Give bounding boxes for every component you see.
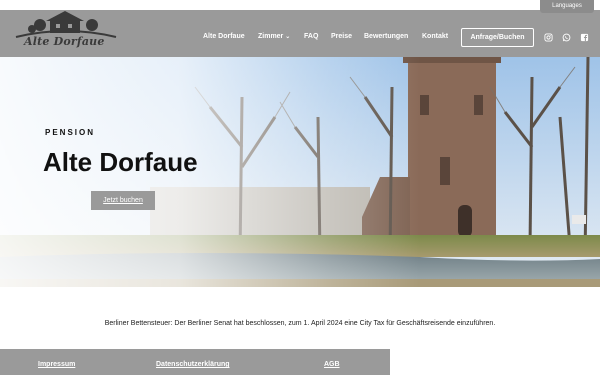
- footer-link-impressum[interactable]: Impressum: [38, 361, 75, 368]
- nav-bewertungen[interactable]: Bewertungen: [364, 33, 408, 40]
- nav-zimmer[interactable]: Zimmer ⌄: [258, 33, 290, 40]
- nav-zimmer-label: Zimmer: [258, 33, 284, 40]
- top-strip: [0, 0, 600, 10]
- whatsapp-icon[interactable]: [562, 33, 571, 42]
- jetzt-buchen-button[interactable]: Jetzt buchen: [91, 191, 155, 210]
- facebook-icon[interactable]: [580, 33, 589, 42]
- hero-title: Alte Dorfaue: [43, 147, 198, 177]
- chevron-down-icon: ⌄: [285, 34, 291, 40]
- nav-kontakt[interactable]: Kontakt: [422, 33, 448, 40]
- nav-alte-dorfaue[interactable]: Alte Dorfaue: [203, 33, 245, 40]
- languages-button[interactable]: Languages: [540, 0, 594, 13]
- anfrage-buchen-button[interactable]: Anfrage/Buchen: [461, 28, 534, 47]
- logo-text[interactable]: Alte Dorfaue: [24, 35, 105, 48]
- instagram-icon[interactable]: [544, 33, 553, 42]
- footer-link-agb[interactable]: AGB: [324, 361, 340, 368]
- nav-preise[interactable]: Preise: [331, 33, 352, 40]
- footer-link-datenschutz[interactable]: Datenschutzerklärung: [156, 361, 230, 368]
- city-tax-notice: Berliner Bettensteuer: Der Berliner Sena…: [104, 320, 496, 327]
- nav-faq[interactable]: FAQ: [304, 33, 318, 40]
- hero-eyebrow: PENSION: [45, 128, 96, 137]
